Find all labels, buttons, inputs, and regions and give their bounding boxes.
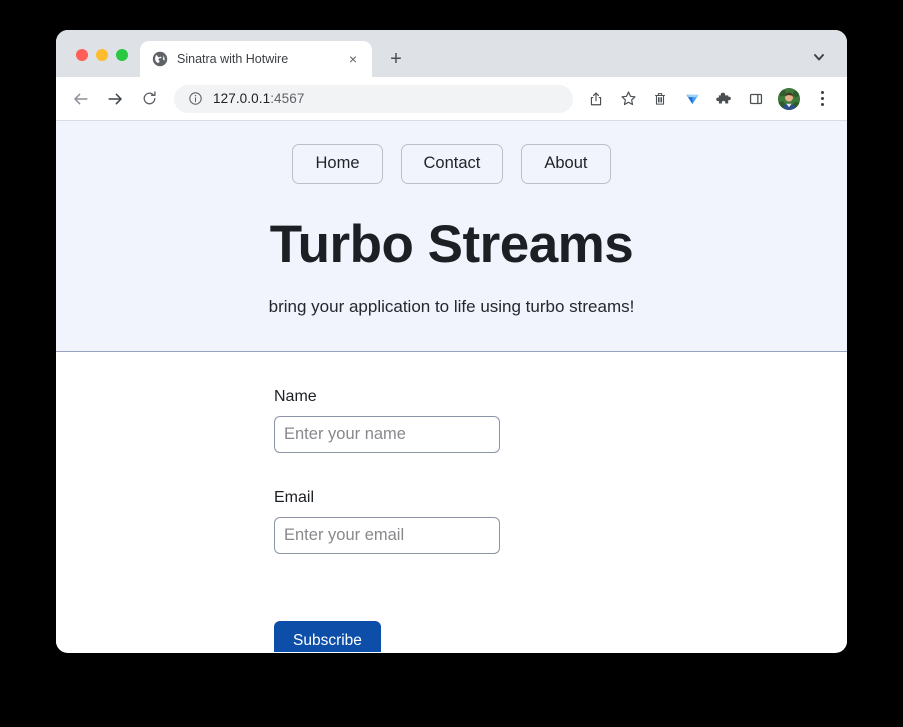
window-maximize-button[interactable]	[116, 49, 128, 61]
url-port: :4567	[270, 91, 305, 106]
url-host: 127.0.0.1	[213, 91, 271, 106]
toolbar-actions	[581, 84, 835, 114]
share-icon[interactable]	[581, 84, 611, 114]
browser-toolbar: 127.0.0.1:4567	[56, 77, 847, 121]
new-tab-button[interactable]: +	[382, 45, 410, 73]
browser-tab[interactable]: Sinatra with Hotwire ×	[140, 41, 372, 77]
close-icon[interactable]: ×	[344, 50, 362, 68]
subscribe-button[interactable]: Subscribe	[274, 620, 381, 652]
field-group-name: Name	[274, 388, 847, 453]
field-group-email: Email	[274, 489, 847, 554]
side-panel-icon[interactable]	[741, 84, 771, 114]
trash-icon[interactable]	[645, 84, 675, 114]
window-controls	[56, 49, 140, 77]
nav-link-contact[interactable]: Contact	[400, 144, 504, 184]
hero-section: Home Contact About Turbo Streams bring y…	[56, 121, 847, 352]
bookmark-star-icon[interactable]	[613, 84, 643, 114]
browser-window: Sinatra with Hotwire × + 127.0.0.1:4567 …	[56, 30, 847, 653]
subscribe-form: Name Email Subscribe	[56, 352, 847, 652]
email-input[interactable]	[274, 516, 500, 554]
three-dots-menu-icon[interactable]	[809, 84, 835, 114]
avatar[interactable]	[778, 87, 800, 110]
name-input[interactable]	[274, 415, 500, 453]
tab-title: Sinatra with Hotwire	[177, 52, 289, 66]
address-bar[interactable]: 127.0.0.1:4567	[174, 84, 573, 113]
page-viewport: Home Contact About Turbo Streams bring y…	[56, 121, 847, 652]
info-circle-icon[interactable]	[188, 91, 203, 106]
tab-strip: Sinatra with Hotwire × +	[56, 30, 847, 77]
url-text: 127.0.0.1:4567	[213, 91, 305, 106]
diamond-icon[interactable]	[677, 84, 707, 114]
window-minimize-button[interactable]	[96, 49, 108, 61]
reload-icon[interactable]	[134, 84, 164, 114]
arrow-left-icon[interactable]	[66, 84, 96, 114]
page-subtitle: bring your application to life using tur…	[268, 296, 635, 316]
window-close-button[interactable]	[76, 49, 88, 61]
page-title: Turbo Streams	[269, 214, 634, 274]
chevron-down-icon[interactable]	[805, 43, 833, 71]
email-label: Email	[274, 488, 315, 506]
puzzle-icon[interactable]	[709, 84, 739, 114]
arrow-right-icon[interactable]	[100, 84, 130, 114]
nav-link-about[interactable]: About	[521, 144, 611, 184]
globe-icon	[152, 51, 168, 67]
site-navigation: Home Contact About	[56, 144, 847, 184]
nav-link-home[interactable]: Home	[292, 144, 383, 184]
name-label: Name	[274, 387, 317, 405]
